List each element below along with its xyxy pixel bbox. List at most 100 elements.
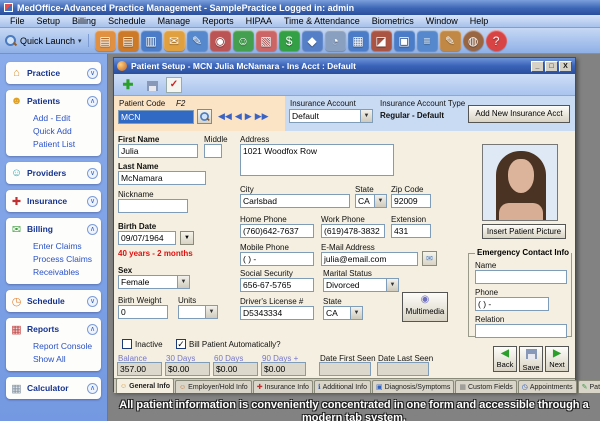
- tab-diagnosis-symptoms[interactable]: ▣Diagnosis/Symptoms: [372, 380, 454, 393]
- sidebar-header-providers[interactable]: ☺ Providers ∨: [9, 164, 98, 182]
- zip-input[interactable]: 92009: [391, 194, 431, 208]
- help-icon[interactable]: ?: [486, 30, 507, 51]
- sidebar-item-add-edit[interactable]: Add - Edit: [33, 112, 98, 125]
- last-name-input[interactable]: McNamara: [118, 171, 206, 185]
- maximize-button[interactable]: □: [545, 61, 558, 72]
- sidebar-header-schedule[interactable]: ◷ Schedule ∨: [9, 292, 98, 310]
- icd-codes-icon[interactable]: ▤: [118, 30, 139, 51]
- reports-time-icon[interactable]: ◔: [325, 30, 346, 51]
- verify-button[interactable]: ✓: [166, 77, 182, 93]
- chevron-up-icon[interactable]: ∧: [87, 224, 98, 235]
- menu-setup[interactable]: Setup: [31, 16, 67, 26]
- inactive-checkbox[interactable]: [122, 339, 132, 349]
- work-phone-input[interactable]: (619)478-3832: [321, 224, 385, 238]
- menu-hipaa[interactable]: HIPAA: [240, 16, 278, 26]
- nav-last-button[interactable]: ▶▶: [255, 111, 269, 122]
- minimize-button[interactable]: _: [531, 61, 544, 72]
- tab-additional-info[interactable]: ℹAdditional Info: [314, 380, 371, 393]
- chevron-down-icon[interactable]: ▼: [177, 276, 189, 288]
- progress-notes-icon[interactable]: ✎: [187, 30, 208, 51]
- save-patient-button[interactable]: [142, 76, 162, 94]
- menu-schedule[interactable]: Schedule: [102, 16, 152, 26]
- menu-reports[interactable]: Reports: [196, 16, 240, 26]
- ssn-input[interactable]: 656-67-5765: [240, 278, 314, 292]
- chevron-down-icon[interactable]: ∨: [87, 68, 98, 79]
- chevron-up-icon[interactable]: ∧: [87, 383, 98, 394]
- birth-date-input[interactable]: 09/07/1964: [118, 231, 176, 245]
- dl-state-select[interactable]: CA▼: [323, 306, 363, 320]
- add-patient-button[interactable]: ✚: [118, 76, 138, 94]
- signature-pad-icon[interactable]: ✎: [440, 30, 461, 51]
- patient-record-icon[interactable]: ▥: [141, 30, 162, 51]
- sidebar-header-patients[interactable]: ☻ Patients ∧: [9, 92, 98, 110]
- nickname-input[interactable]: [118, 199, 188, 213]
- next-button[interactable]: ▶ Next: [545, 346, 569, 372]
- tab-general-info[interactable]: ☺General Info: [116, 378, 174, 393]
- city-input[interactable]: Carlsbad: [240, 194, 350, 208]
- chevron-down-icon[interactable]: ∨: [87, 196, 98, 207]
- address-input[interactable]: 1021 Woodfox Row: [240, 144, 394, 176]
- marital-status-select[interactable]: Divorced▼: [323, 278, 399, 292]
- sidebar-header-insurance[interactable]: ✚ Insurance ∨: [9, 192, 98, 210]
- patient-referral-icon[interactable]: ☺: [233, 30, 254, 51]
- sidebar-header-billing[interactable]: ✉ Billing ∧: [9, 220, 98, 238]
- multimedia-button[interactable]: ◉ Multimedia: [402, 292, 448, 322]
- send-email-button[interactable]: ✉: [422, 251, 437, 266]
- patient-search-button[interactable]: [197, 109, 212, 124]
- chevron-down-icon[interactable]: ▼: [386, 279, 398, 291]
- units-select[interactable]: ▼: [178, 305, 218, 319]
- camera-icon[interactable]: ◉: [210, 30, 231, 51]
- statistics-icon[interactable]: ◪: [371, 30, 392, 51]
- chevron-down-icon[interactable]: ▼: [205, 306, 217, 318]
- quick-launch-button[interactable]: Quick Launch ▾: [4, 34, 89, 47]
- nav-first-button[interactable]: ◀◀: [218, 111, 232, 122]
- tab-employer-hold-info[interactable]: ☺Employer/Hold Info: [175, 380, 252, 393]
- email-input[interactable]: julia@email.com: [321, 252, 418, 266]
- chevron-down-icon[interactable]: ▼: [360, 110, 372, 122]
- middle-input[interactable]: [204, 144, 222, 158]
- sidebar-item-show-all[interactable]: Show All: [33, 353, 98, 366]
- bill-auto-checkbox[interactable]: ✓: [176, 339, 186, 349]
- menu-time-attendance[interactable]: Time & Attendance: [278, 16, 366, 26]
- sidebar-item-receivables[interactable]: Receivables: [33, 266, 98, 279]
- save-button[interactable]: Save: [519, 346, 543, 372]
- messages-icon[interactable]: ✉: [164, 30, 185, 51]
- sidebar-header-practice[interactable]: ⌂ Practice ∨: [9, 64, 98, 82]
- insert-patient-picture-button[interactable]: Insert Patient Picture: [482, 224, 566, 239]
- close-button[interactable]: X: [559, 61, 572, 72]
- menu-window[interactable]: Window: [420, 16, 464, 26]
- sidebar-item-enter-claims[interactable]: Enter Claims: [33, 240, 98, 253]
- home-phone-input[interactable]: (760)642-7637: [240, 224, 314, 238]
- state-select[interactable]: CA▼: [355, 194, 387, 208]
- sidebar-header-reports[interactable]: ▦ Reports ∧: [9, 320, 98, 338]
- sidebar-item-quick-add[interactable]: Quick Add: [33, 125, 98, 138]
- chevron-up-icon[interactable]: ∧: [87, 324, 98, 335]
- statements-icon[interactable]: $: [279, 30, 300, 51]
- menu-file[interactable]: File: [4, 16, 31, 26]
- tab-insurance-info[interactable]: ✚Insurance Info: [253, 380, 313, 393]
- network-icon[interactable]: ≡: [417, 30, 438, 51]
- patient-code-input[interactable]: MCN: [118, 110, 194, 124]
- back-button[interactable]: ◀ Back: [493, 346, 517, 372]
- insurance-account-select[interactable]: Default▼: [289, 109, 373, 123]
- charge-entry-icon[interactable]: ▧: [256, 30, 277, 51]
- mobile-phone-input[interactable]: ( ) -: [240, 252, 314, 266]
- extension-input[interactable]: 431: [391, 224, 431, 238]
- sex-select[interactable]: Female▼: [118, 275, 190, 289]
- tab-custom-fields[interactable]: ▦Custom Fields: [455, 380, 516, 393]
- chevron-down-icon[interactable]: ▼: [374, 195, 386, 207]
- emergency-relation-input[interactable]: [475, 324, 567, 338]
- calculator-toolbar-icon[interactable]: ▦: [348, 30, 369, 51]
- menu-billing[interactable]: Billing: [66, 16, 102, 26]
- menu-biometrics[interactable]: Biometrics: [366, 16, 420, 26]
- menu-help[interactable]: Help: [464, 16, 495, 26]
- menu-manage[interactable]: Manage: [152, 16, 197, 26]
- chevron-down-icon[interactable]: ∨: [87, 168, 98, 179]
- tab-appointments[interactable]: ◷Appointments: [518, 380, 577, 393]
- add-new-insurance-button[interactable]: Add New Insurance Acct: [468, 105, 570, 123]
- chevron-up-icon[interactable]: ∧: [87, 96, 98, 107]
- workstation-icon[interactable]: ▣: [394, 30, 415, 51]
- emergency-phone-input[interactable]: ( ) -: [475, 297, 549, 311]
- tab-patient-notes[interactable]: ✎Patient Notes: [578, 380, 600, 393]
- sidebar-item-patient-list[interactable]: Patient List: [33, 138, 98, 151]
